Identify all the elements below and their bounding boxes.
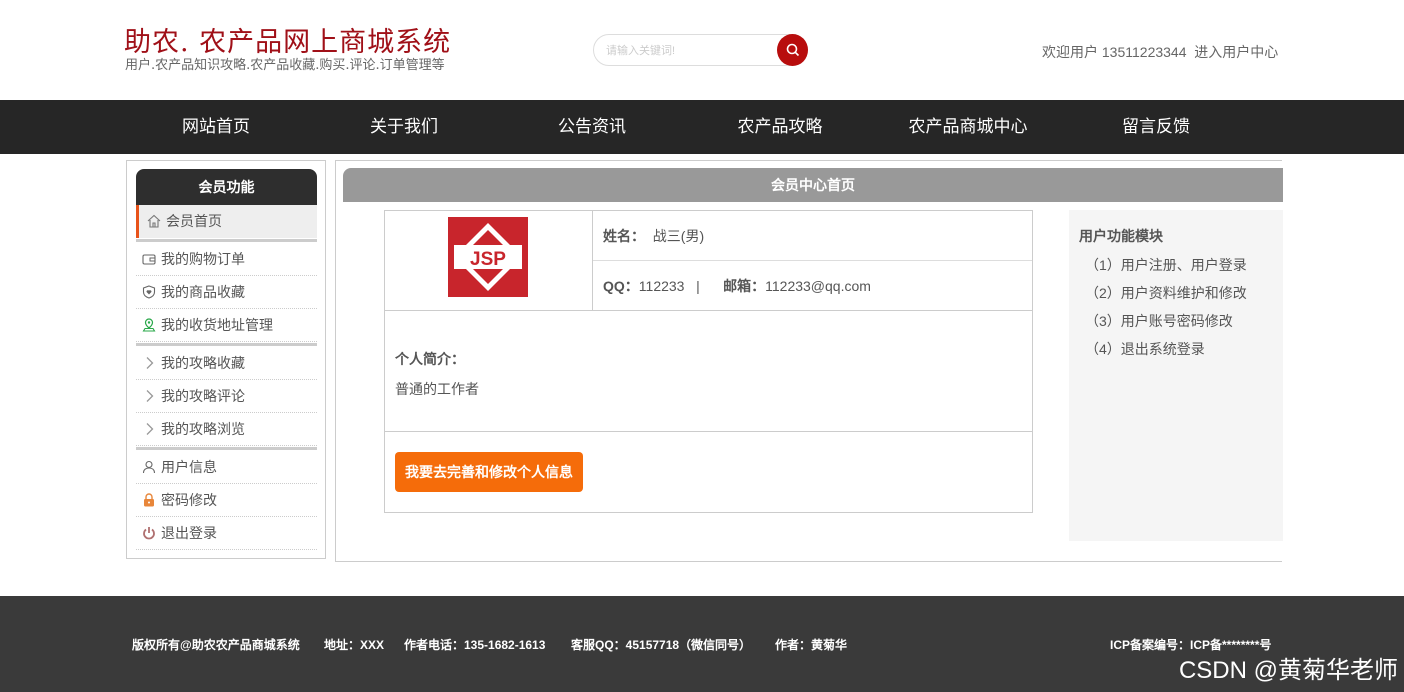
sidebar-divider [136,239,317,242]
name-row: 姓名： 战三(男) [593,211,1032,261]
shield-heart-icon [142,285,156,299]
welcome-text: 欢迎用户 13511223344 [1042,44,1187,60]
sidebar-title: 会员功能 [136,169,317,205]
lock-icon [144,493,154,507]
sidebar-item-label: 我的攻略收藏 [161,355,245,371]
sidebar-divider [136,343,317,346]
intro-section: 个人简介： 普通的工作者 [385,311,1032,432]
main-content: 会员中心首页 JSP 姓名： 战三(男) QQ：112233 | 邮箱：1122… [335,160,1283,562]
sidebar-item-address[interactable]: 我的收货地址管理 [136,309,317,342]
power-icon [143,527,155,540]
function-item: （3）用户账号密码修改 [1085,313,1233,329]
function-panel: 用户功能模块 （1）用户注册、用户登录 （2）用户资料维护和修改 （3）用户账号… [1069,210,1283,541]
separator: | [696,278,700,294]
sidebar-item-label: 用户信息 [161,459,217,475]
sidebar-item-logout[interactable]: 退出登录 [136,517,317,550]
header: 助农. 农产品网上商城系统 用户.农产品知识攻略.农产品收藏.购买.评论.订单管… [0,0,1404,100]
footer-address: 地址：XXX [324,638,385,652]
qq-label: QQ： [603,278,639,294]
footer: 版权所有@助农农产品商城系统 地址：XXX 作者电话：135-1682-1613… [0,596,1404,692]
qq-value: 112233 [638,278,685,294]
site-subtitle: 用户.农产品知识攻略.农产品收藏.购买.评论.订单管理等 [125,58,445,73]
function-panel-title: 用户功能模块 [1079,228,1163,244]
nav-item-feedback[interactable]: 留言反馈 [1076,100,1236,154]
sidebar-item-label: 我的商品收藏 [161,284,245,300]
nav-item-about[interactable]: 关于我们 [324,100,484,154]
sidebar-item-label: 我的购物订单 [161,251,245,267]
sidebar-item-favorites[interactable]: 我的商品收藏 [136,276,317,309]
sidebar: 会员功能 会员首页 我的购物订单 我的商品收藏 我的收货地址管理 我的攻略收藏 … [126,160,326,559]
nav-item-news[interactable]: 公告资讯 [512,100,672,154]
function-item: （1）用户注册、用户登录 [1085,257,1247,273]
nav-item-home[interactable]: 网站首页 [136,100,296,154]
footer-qq: 客服QQ：45157718（微信同号） [571,638,752,652]
email-label: 邮箱： [723,278,766,294]
chevron-right-icon [146,390,154,402]
avatar-text: JSP [470,249,506,270]
sidebar-item-orders[interactable]: 我的购物订单 [136,243,317,276]
sidebar-item-guide-comments[interactable]: 我的攻略评论 [136,380,317,413]
avatar: JSP [448,217,528,297]
function-item: （4）退出系统登录 [1085,341,1205,357]
sidebar-item-label: 我的攻略评论 [161,388,245,404]
footer-phone: 作者电话：135-1682-1613 [404,638,546,652]
nav-item-mall[interactable]: 农产品商城中心 [888,100,1048,154]
main-nav: 网站首页 关于我们 公告资讯 农产品攻略 农产品商城中心 留言反馈 [0,100,1404,154]
intro-label: 个人简介： [395,351,465,367]
user-icon [142,460,156,474]
chevron-right-icon [146,423,154,435]
footer-author: 作者：黄菊华 [775,638,848,652]
search-icon [786,43,799,57]
contact-row: QQ：112233 | 邮箱：112233@qq.com [593,261,1032,311]
intro-text: 普通的工作者 [395,381,479,397]
user-center-link[interactable]: 进入用户中心 [1194,44,1278,60]
search-input[interactable] [606,42,771,60]
footer-copyright: 版权所有@助农农产品商城系统 [132,638,300,652]
avatar-cell: JSP [385,211,593,311]
name-value: 战三(男) [652,228,705,244]
sidebar-item-label: 我的收货地址管理 [161,317,273,333]
sidebar-divider [136,447,317,450]
wallet-icon [142,254,156,265]
email-value: 112233@qq.com [765,278,871,294]
main-title: 会员中心首页 [343,168,1283,202]
sidebar-item-label: 退出登录 [161,525,217,541]
sidebar-item-label: 我的攻略浏览 [161,421,245,437]
chevron-right-icon [146,357,154,369]
nav-item-guides[interactable]: 农产品攻略 [700,100,860,154]
sidebar-item-user-info[interactable]: 用户信息 [136,451,317,484]
sidebar-item-guide-favorites[interactable]: 我的攻略收藏 [136,347,317,380]
sidebar-item-member-home[interactable]: 会员首页 [136,205,317,238]
sidebar-item-label: 密码修改 [161,492,217,508]
home-icon [147,214,161,228]
sidebar-item-guide-history[interactable]: 我的攻略浏览 [136,413,317,446]
name-label: 姓名： [603,228,645,244]
user-area: 欢迎用户 13511223344 进入用户中心 [1042,42,1278,62]
function-item: （2）用户资料维护和修改 [1085,285,1247,301]
sidebar-item-password[interactable]: 密码修改 [136,484,317,517]
sidebar-item-label: 会员首页 [166,213,222,229]
edit-profile-button[interactable]: 我要去完善和修改个人信息 [395,452,583,492]
jsp-logo-icon: JSP [448,217,528,297]
location-icon [142,318,156,332]
search-box [593,34,808,66]
csdn-watermark: CSDN @黄菊华老师 [1178,657,1398,684]
search-button[interactable] [777,34,808,66]
profile-card: JSP 姓名： 战三(男) QQ：112233 | 邮箱：112233@qq.c… [384,210,1033,513]
